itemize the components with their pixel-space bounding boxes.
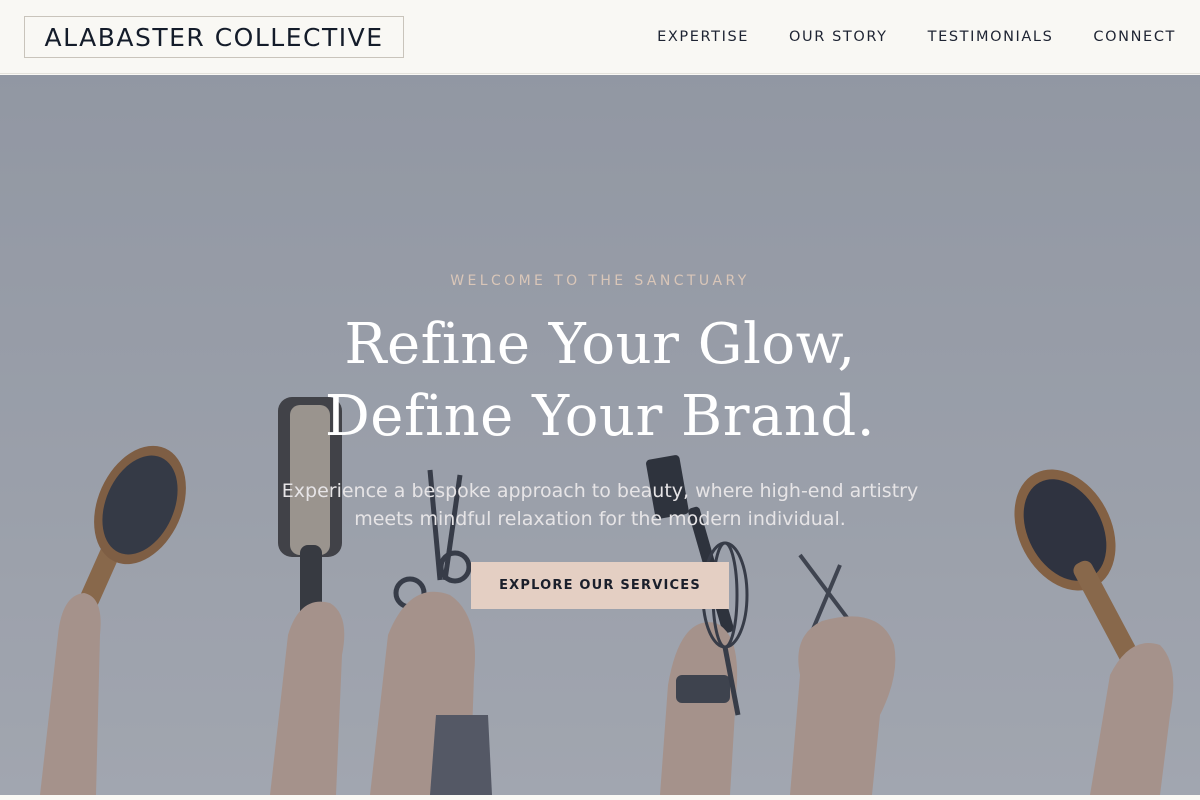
nav-item-expertise[interactable]: EXPERTISE xyxy=(657,29,749,45)
page-bottom-strip xyxy=(0,795,1200,800)
nav-item-our-story[interactable]: OUR STORY xyxy=(789,29,888,45)
main-nav: EXPERTISE OUR STORY TESTIMONIALS CONNECT xyxy=(657,0,1176,74)
hero-section: WELCOME TO THE SANCTUARY Refine Your Glo… xyxy=(0,75,1200,795)
explore-services-button[interactable]: EXPLORE OUR SERVICES xyxy=(471,562,729,609)
hero-content: WELCOME TO THE SANCTUARY Refine Your Glo… xyxy=(0,75,1200,795)
nav-item-testimonials[interactable]: TESTIMONIALS xyxy=(928,29,1054,45)
nav-item-connect[interactable]: CONNECT xyxy=(1093,29,1176,45)
hero-headline: Refine Your Glow, Define Your Brand. xyxy=(0,309,1200,453)
hero-subhead: Experience a bespoke approach to beauty,… xyxy=(281,480,919,530)
hero-headline-line-2: Define Your Brand. xyxy=(324,384,876,449)
site-header: ALABASTER COLLECTIVE EXPERTISE OUR STORY… xyxy=(0,0,1200,74)
hero-headline-line-1: Refine Your Glow, xyxy=(344,312,856,377)
hero-eyebrow: WELCOME TO THE SANCTUARY xyxy=(450,273,750,289)
logo[interactable]: ALABASTER COLLECTIVE xyxy=(24,16,404,58)
